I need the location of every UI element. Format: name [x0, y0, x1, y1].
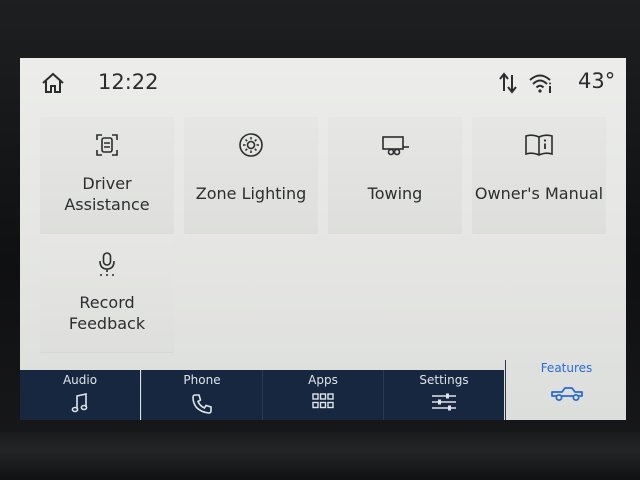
status-bar: 12:22 43°: [20, 58, 626, 108]
tile-record-feedback[interactable]: Record Feedback: [40, 236, 174, 352]
tile-towing[interactable]: Towing: [328, 117, 462, 233]
tile-label: Owner's Manual: [474, 184, 604, 203]
phone-icon: [192, 394, 212, 414]
data-signal-icon: [499, 72, 517, 94]
music-note-icon: [71, 393, 88, 413]
manual-book-icon: [525, 134, 553, 156]
microphone-icon: [99, 252, 115, 276]
nav-apps[interactable]: Apps: [262, 370, 383, 420]
truck-icon: [550, 387, 583, 401]
apps-grid-icon: [312, 393, 334, 409]
bottom-navigation: Audio Phone Apps Settings Features: [20, 360, 626, 420]
tile-driver-assistance[interactable]: Driver Assistance: [40, 117, 174, 233]
tile-label: Zone Lighting: [195, 184, 307, 203]
home-icon[interactable]: [40, 70, 66, 96]
nav-settings[interactable]: Settings: [383, 370, 504, 420]
wifi-icon: [529, 74, 551, 93]
sliders-icon: [432, 393, 456, 411]
tile-label: Record Feedback: [68, 293, 146, 333]
tile-zone-lighting[interactable]: Zone Lighting: [184, 117, 318, 233]
nav-features[interactable]: Features: [505, 360, 626, 420]
infotainment-screen: 12:22 43° Driver Assistance Zone Lightin…: [20, 58, 626, 420]
zone-lighting-icon: [239, 133, 263, 157]
tile-owners-manual[interactable]: Owner's Manual: [472, 117, 606, 233]
trailer-icon: [382, 136, 409, 156]
driver-assist-icon: [96, 134, 118, 156]
nav-phone[interactable]: Phone: [141, 370, 262, 420]
display-bottom-trim: [0, 432, 640, 480]
outside-temperature: 43°: [578, 69, 616, 93]
tile-label: Driver Assistance: [64, 174, 150, 214]
nav-audio[interactable]: Audio: [20, 370, 140, 420]
clock: 12:22: [98, 70, 159, 94]
tile-label: Towing: [367, 184, 423, 203]
